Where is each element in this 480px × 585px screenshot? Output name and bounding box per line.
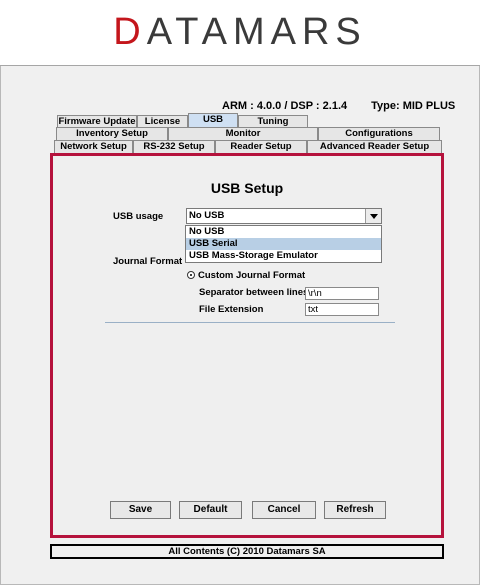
option-usb-mass-storage[interactable]: USB Mass-Storage Emulator [186,250,381,262]
datamars-logo: DATAMARS [113,11,367,53]
custom-journal-label: Custom Journal Format [198,270,306,281]
tab-monitor[interactable]: Monitor [168,127,318,140]
panel-title: USB Setup [210,180,284,196]
refresh-button[interactable]: Refresh [324,501,386,519]
tab-configurations[interactable]: Configurations [318,127,440,140]
tab-network-setup[interactable]: Network Setup [54,140,133,153]
cancel-button[interactable]: Cancel [252,501,316,519]
tab-advanced-reader-setup[interactable]: Advanced Reader Setup [307,140,442,153]
tab-usb[interactable]: USB [188,113,238,128]
file-extension-input[interactable]: txt [305,303,379,316]
option-usb-serial[interactable]: USB Serial [186,238,381,250]
footer-copyright: All Contents (C) 2010 Datamars SA [50,544,444,559]
usb-usage-dropdown-list: No USB USB Serial USB Mass-Storage Emula… [185,225,382,263]
header-logo-bar: DATAMARS [0,0,480,66]
option-no-usb[interactable]: No USB [186,226,381,238]
usb-usage-label: USB usage [113,211,164,222]
tab-rs232-setup[interactable]: RS-232 Setup [133,140,215,153]
separator-label: Separator between lines [199,287,309,298]
firmware-version: ARM : 4.0.0 / DSP : 2.1.4 [222,100,348,112]
separator-input[interactable]: \r\n [305,287,379,300]
usb-usage-select[interactable]: No USB [186,208,382,224]
version-info: ARM : 4.0.0 / DSP : 2.1.4 Type: MID PLUS [222,100,455,112]
tab-inventory-setup[interactable]: Inventory Setup [56,127,168,140]
section-divider [105,322,395,323]
file-extension-label: File Extension [199,304,264,315]
chevron-down-icon[interactable] [365,209,381,223]
device-type: Type: MID PLUS [371,100,456,112]
journal-format-label: Journal Format [113,256,183,267]
usb-setup-panel: USB Setup USB usage No USB No USB USB Se… [50,153,444,538]
tab-reader-setup[interactable]: Reader Setup [215,140,307,153]
default-button[interactable]: Default [179,501,242,519]
save-button[interactable]: Save [110,501,171,519]
custom-journal-radio[interactable] [187,271,195,279]
usb-usage-value: No USB [189,210,225,221]
